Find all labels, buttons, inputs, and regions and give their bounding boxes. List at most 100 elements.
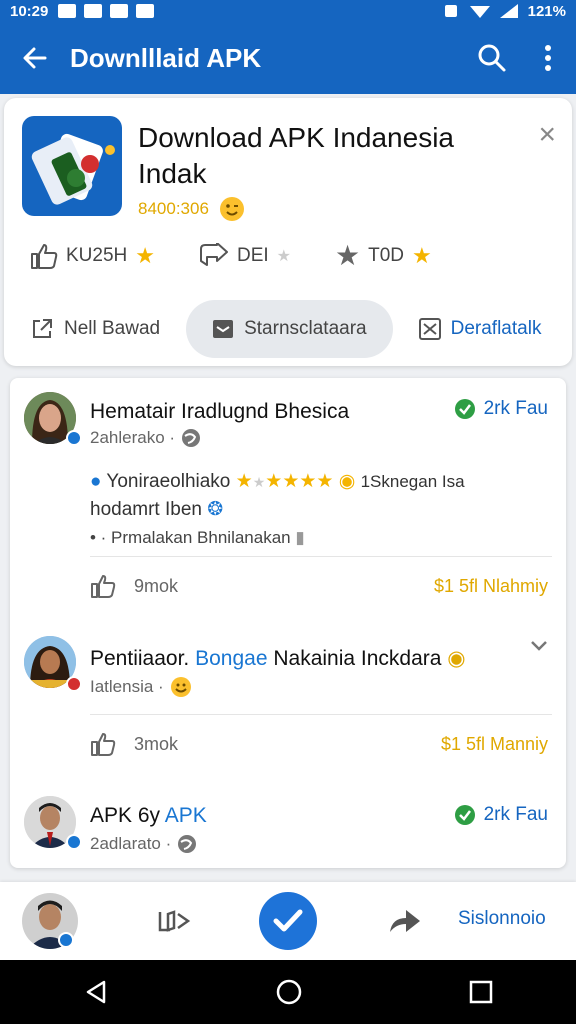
bottom-action-bar: Sislonnoio xyxy=(0,882,576,960)
search-icon xyxy=(478,44,506,72)
author-tag[interactable]: Bongae xyxy=(195,647,267,670)
divider xyxy=(90,714,552,715)
star-outline-icon: ★ xyxy=(276,248,292,265)
globe-emoji-icon: ❂ xyxy=(207,499,224,520)
message-icon xyxy=(213,320,234,338)
status-bar: 10:29 121% xyxy=(0,0,576,22)
notification-icon xyxy=(110,4,129,18)
rating-label: T0D xyxy=(368,245,405,266)
share-stat[interactable]: DEI ★ xyxy=(199,243,291,269)
comment-meta: 2adlarato · xyxy=(90,834,197,854)
back-button[interactable] xyxy=(0,44,70,72)
app-bar: Downlllaid APK xyxy=(0,22,576,94)
system-nav-bar xyxy=(0,960,576,1024)
forward-button[interactable] xyxy=(388,906,422,941)
like-count: KU25H xyxy=(66,245,128,266)
comment-text-tail: 1Sknegan Isa xyxy=(360,472,465,491)
verified-badge xyxy=(66,430,82,446)
battery-level: 121% xyxy=(527,2,566,20)
follow-status[interactable]: 2rk Fau xyxy=(454,398,548,420)
tab-bar: Nell Bawad Starnsclataara Deraflatalk xyxy=(4,300,572,358)
comment-line: ● Yoniraeolhiako ★★★★★★ ◉ 1Sknegan Isa xyxy=(90,468,540,496)
star-icon: ★ xyxy=(135,243,155,268)
check-circle-icon xyxy=(454,399,475,419)
thumbs-up-icon[interactable] xyxy=(90,574,116,598)
comment-author[interactable]: Hematair Iradlugnd Bhesica xyxy=(90,400,349,424)
comment-time: 2adlarato · xyxy=(90,834,172,853)
close-button[interactable]: × xyxy=(538,120,556,150)
comment-body: ● Yoniraeolhiako ★★★★★★ ◉ 1Sknegan Isa h… xyxy=(90,468,540,552)
comment-author[interactable]: APK 6y APK xyxy=(90,804,207,828)
status-time: 10:29 xyxy=(10,2,49,20)
like-stat[interactable]: KU25H ★ xyxy=(30,243,155,269)
thumbs-up-icon xyxy=(31,244,58,269)
follow-label: 2rk Fau xyxy=(483,804,548,825)
rating-stat[interactable]: ★ T0D ★ xyxy=(335,242,432,270)
app-name: Download APK Indanesia Indak xyxy=(138,122,454,189)
star-icon: ★ xyxy=(335,240,361,271)
more-vert-icon xyxy=(545,45,551,71)
follow-label: 2rk Fau xyxy=(483,398,548,419)
forward-arrow-icon xyxy=(390,910,420,932)
verified-badge xyxy=(58,932,74,948)
notification-icon xyxy=(84,4,103,18)
bottom-bar-label[interactable]: Sislonnoio xyxy=(458,908,546,930)
image-icon xyxy=(418,318,441,340)
share-count: DEI xyxy=(236,245,269,266)
thumbs-up-icon[interactable] xyxy=(90,732,116,756)
comment-text: hodamrt Iben xyxy=(90,499,202,520)
stats-row: KU25H ★ DEI ★ ★ T0D ★ xyxy=(30,242,550,270)
follow-status[interactable]: 2rk Fau xyxy=(454,804,548,826)
app-subtitle-text: 8400:306 xyxy=(138,199,209,218)
tip-amount[interactable]: $1 5fl Manniy xyxy=(441,734,548,755)
status-badge xyxy=(66,676,82,692)
verified-badge xyxy=(66,834,82,850)
author-name: Pentiiaaor. xyxy=(90,647,190,670)
comments-list: Hematair Iradlugnd Bhesica 2ahlerako · 2… xyxy=(10,378,566,868)
comment-actions: 9mok $1 5fl Nlahmiy xyxy=(90,574,548,598)
author-name: Nakainia Inckdara xyxy=(273,647,442,670)
tab-new-download[interactable]: Nell Bawad xyxy=(4,300,186,358)
comment-author[interactable]: Pentiiaaor. Bongae Nakainia Inckdara ◉ xyxy=(90,646,466,671)
comment-subtext: • · Prmalakan Bhnilanakan xyxy=(90,528,291,547)
search-button[interactable] xyxy=(464,43,520,73)
nav-home-icon[interactable] xyxy=(275,978,303,1006)
expand-button[interactable] xyxy=(530,640,548,652)
app-info-card: Download APK Indanesia Indak 8400:306 × … xyxy=(4,98,572,366)
vibrate-icon xyxy=(444,5,457,17)
nav-recents-icon[interactable] xyxy=(468,979,494,1005)
tab-label: Deraflatalk xyxy=(450,318,542,339)
nav-back-icon[interactable] xyxy=(82,978,110,1006)
author-tag[interactable]: APK xyxy=(165,804,207,827)
send-icon xyxy=(158,910,191,932)
notification-icon xyxy=(136,4,155,18)
pause-icon: ▮ xyxy=(295,528,305,547)
send-button[interactable] xyxy=(156,906,192,941)
emoji-icon: ◉ xyxy=(447,647,466,670)
comment-item: APK 6y APK 2adlarato · 2rk Fau xyxy=(10,784,566,868)
comment-meta: 2ahlerako · xyxy=(90,428,201,448)
like-count: 9mok xyxy=(134,575,179,596)
confirm-button[interactable] xyxy=(259,892,317,950)
speech-bubble-icon: ● xyxy=(90,471,102,492)
check-icon xyxy=(273,909,303,932)
comment-meta: Iatlensia · xyxy=(90,676,192,698)
tab-label: Nell Bawad xyxy=(64,318,161,339)
arrow-back-icon xyxy=(23,47,47,69)
grin-emoji-icon: ◉ xyxy=(338,471,356,492)
check-circle-icon xyxy=(454,805,475,825)
globe-icon xyxy=(182,429,201,447)
smile-emoji-icon xyxy=(170,677,191,697)
app-subtitle: 8400:306 xyxy=(138,196,245,222)
tip-amount[interactable]: $1 5fl Nlahmiy xyxy=(434,576,548,597)
more-options-button[interactable] xyxy=(520,44,576,72)
comment-line: • · Prmalakan Bhnilanakan ▮ xyxy=(90,524,540,552)
notification-icon xyxy=(58,4,77,18)
tab-details[interactable]: Deraflatalk xyxy=(393,300,568,358)
like-count: 3mok xyxy=(134,733,179,754)
comment-text: Yoniraeolhiako xyxy=(106,471,231,492)
author-name: APK 6y xyxy=(90,804,161,827)
comment-item: Hematair Iradlugnd Bhesica 2ahlerako · 2… xyxy=(10,378,566,610)
tab-statistics[interactable]: Starnsclataara xyxy=(186,300,393,358)
comment-time: 2ahlerako · xyxy=(90,428,176,447)
